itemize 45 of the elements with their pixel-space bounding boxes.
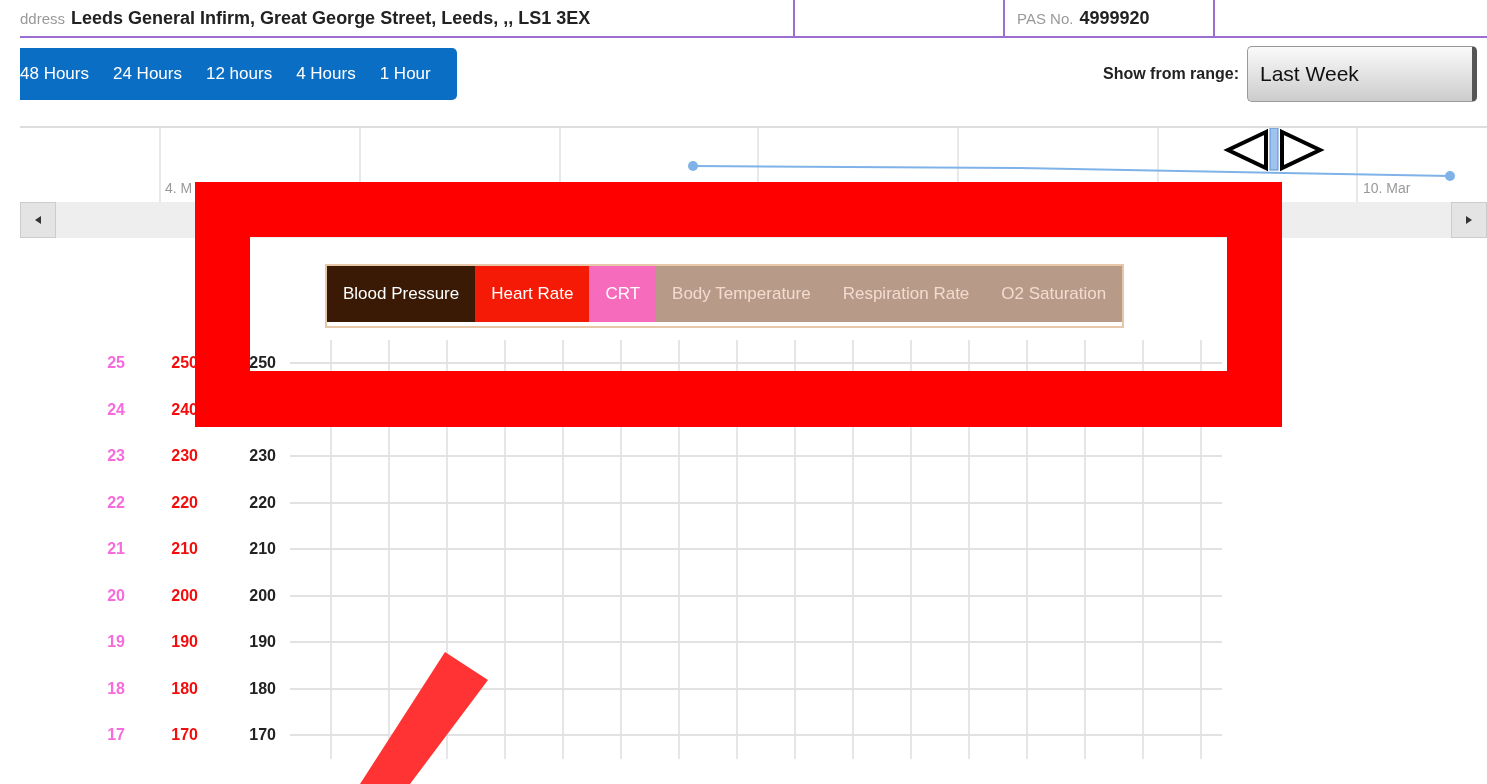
right-triangle-icon: [1466, 216, 1472, 224]
axis-label: 180: [248, 679, 276, 698]
range-button[interactable]: 48 Hours: [20, 54, 101, 94]
navigator-handle-icon[interactable]: [1223, 128, 1325, 172]
pas-number: 4999920: [1079, 7, 1150, 29]
left-triangle-icon: [35, 216, 41, 224]
range-button[interactable]: 1 Hour: [367, 54, 443, 94]
axis-label: 210: [170, 540, 198, 559]
axis-label: 17: [106, 726, 125, 745]
range-button[interactable]: 24 Hours: [101, 54, 194, 94]
axis-label: 190: [170, 633, 198, 652]
range-button[interactable]: 12 hours: [193, 54, 285, 94]
axis-label: 250: [248, 354, 276, 373]
axis-label: 22: [106, 493, 125, 512]
axis-label: 20: [106, 586, 125, 605]
series-tab[interactable]: Blood Pressure: [327, 266, 476, 322]
axis-label: 170: [170, 726, 198, 745]
range-label: Show from range:: [1103, 65, 1239, 83]
address-value: Leeds General Infirm, Great George Street, Leeds, ,, LS1 3EX: [71, 7, 591, 29]
range-select[interactable]: Last Week: [1247, 46, 1477, 102]
navigator-date-label: 10. Mar: [1363, 180, 1411, 196]
axis-label: 18: [106, 679, 125, 698]
axis-label: 230: [170, 447, 198, 466]
axis-label: 220: [248, 493, 276, 512]
range-button[interactable]: 4 Hours: [284, 54, 368, 94]
axis-label: 19: [106, 633, 125, 652]
axis-label: 180: [170, 679, 198, 698]
address-label: ddress: [20, 9, 66, 27]
series-tab[interactable]: Heart Rate: [475, 266, 590, 322]
axis-label: 170: [248, 726, 276, 745]
series-tab[interactable]: CRT: [589, 266, 657, 322]
axis-label: 23: [106, 447, 125, 466]
axis-label: 230: [248, 447, 276, 466]
scroll-left-button[interactable]: [20, 202, 56, 238]
axis-label: 200: [248, 586, 276, 605]
axis-label: 190: [248, 633, 276, 652]
axis-label: 25: [106, 354, 125, 373]
axis-label: 220: [170, 493, 198, 512]
axis-label: 24: [106, 400, 125, 419]
scroll-right-button[interactable]: [1451, 202, 1487, 238]
axis-label: 21: [106, 540, 125, 559]
axis-label: 200: [170, 586, 198, 605]
axis-label: 210: [248, 540, 276, 559]
pas-label: PAS No.: [1017, 9, 1074, 27]
navigator-date-label: 4. M: [165, 180, 193, 196]
